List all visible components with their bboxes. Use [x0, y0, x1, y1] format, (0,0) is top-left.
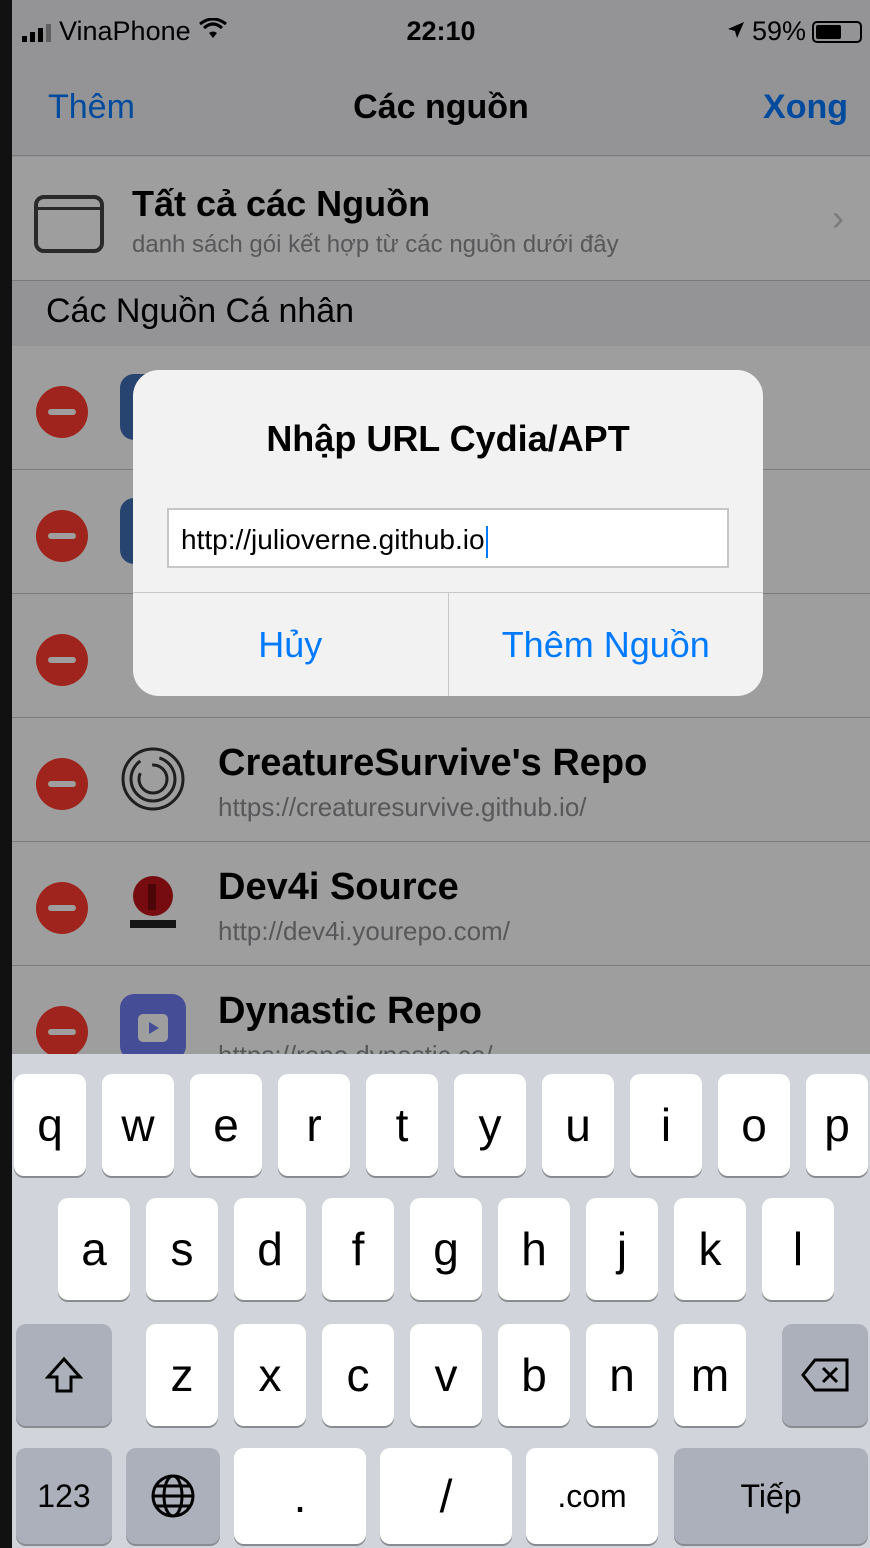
key-x[interactable]: x: [234, 1324, 306, 1426]
add-source-button[interactable]: Thêm Nguồn: [449, 593, 764, 696]
globe-key[interactable]: [126, 1448, 220, 1544]
screen: VinaPhone 22:10 59% Thêm Các nguồn Xong …: [0, 0, 870, 1548]
key-c[interactable]: c: [322, 1324, 394, 1426]
key-g[interactable]: g: [410, 1198, 482, 1300]
key-u[interactable]: u: [542, 1074, 614, 1176]
add-source-alert: Nhập URL Cydia/APT http://julioverne.git…: [133, 370, 763, 696]
globe-icon: [151, 1474, 195, 1518]
key-f[interactable]: f: [322, 1198, 394, 1300]
shift-key[interactable]: [16, 1324, 112, 1426]
numbers-key[interactable]: 123: [16, 1448, 112, 1544]
key-h[interactable]: h: [498, 1198, 570, 1300]
text-caret: [485, 525, 488, 558]
shift-icon: [44, 1356, 84, 1393]
key-w[interactable]: w: [102, 1074, 174, 1176]
key-y[interactable]: y: [454, 1074, 526, 1176]
key-b[interactable]: b: [498, 1324, 570, 1426]
key-s[interactable]: s: [146, 1198, 218, 1300]
backspace-icon: [801, 1358, 849, 1392]
device-bezel: [0, 0, 12, 1548]
key-q[interactable]: q: [14, 1074, 86, 1176]
keyboard: q w e r t y u i o p a s d f g h j k l z …: [12, 1054, 870, 1548]
key-z[interactable]: z: [146, 1324, 218, 1426]
key-t[interactable]: t: [366, 1074, 438, 1176]
slash-key[interactable]: /: [380, 1448, 512, 1544]
key-a[interactable]: a: [58, 1198, 130, 1300]
key-v[interactable]: v: [410, 1324, 482, 1426]
key-d[interactable]: d: [234, 1198, 306, 1300]
key-m[interactable]: m: [674, 1324, 746, 1426]
key-i[interactable]: i: [630, 1074, 702, 1176]
key-j[interactable]: j: [586, 1198, 658, 1300]
url-input-value: http://julioverne.github.io: [181, 524, 485, 555]
dot-key[interactable]: .: [234, 1448, 366, 1544]
alert-buttons: Hủy Thêm Nguồn: [133, 592, 763, 696]
key-p[interactable]: p: [806, 1074, 868, 1176]
cancel-button[interactable]: Hủy: [133, 593, 449, 696]
key-n[interactable]: n: [586, 1324, 658, 1426]
backspace-key[interactable]: [782, 1324, 868, 1426]
key-e[interactable]: e: [190, 1074, 262, 1176]
key-o[interactable]: o: [718, 1074, 790, 1176]
dotcom-key[interactable]: .com: [526, 1448, 658, 1544]
url-input[interactable]: http://julioverne.github.io: [167, 508, 729, 568]
key-l[interactable]: l: [762, 1198, 834, 1300]
key-r[interactable]: r: [278, 1074, 350, 1176]
key-k[interactable]: k: [674, 1198, 746, 1300]
return-key[interactable]: Tiếp: [674, 1448, 868, 1544]
alert-title: Nhập URL Cydia/APT: [266, 418, 630, 459]
